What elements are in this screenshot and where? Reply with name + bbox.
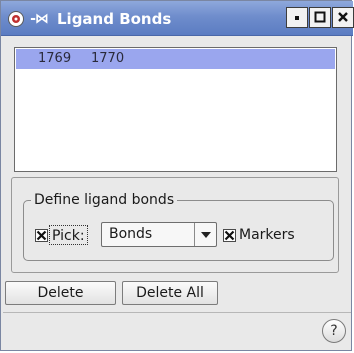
atom1-cell: 1769 xyxy=(38,51,72,66)
ligand-bonds-window: -⋈ Ligand Bonds 1769 1770 Define ligand … xyxy=(0,0,354,351)
delete-all-button[interactable]: Delete All xyxy=(122,281,218,305)
dropdown-arrow-button[interactable] xyxy=(194,223,216,246)
pin-icon[interactable]: -⋈ xyxy=(28,10,50,28)
delete-button[interactable]: Delete xyxy=(5,281,116,305)
divider xyxy=(3,312,351,313)
close-icon xyxy=(337,8,349,27)
group-title: Define ligand bonds xyxy=(31,191,178,209)
check-x-icon xyxy=(36,230,47,241)
close-button[interactable] xyxy=(332,7,354,28)
atom2-cell: 1770 xyxy=(91,51,125,66)
minimize-button[interactable] xyxy=(286,7,308,28)
markers-label[interactable]: Markers xyxy=(239,225,295,245)
check-x-icon xyxy=(224,230,235,241)
mode-select-value: Bonds xyxy=(109,226,153,242)
maximize-button[interactable] xyxy=(309,7,331,28)
app-icon[interactable] xyxy=(8,11,24,27)
markers-checkbox[interactable] xyxy=(223,229,236,242)
title-bar[interactable]: -⋈ Ligand Bonds xyxy=(1,1,354,36)
window-title: Ligand Bonds xyxy=(57,10,172,28)
maximize-icon xyxy=(314,8,326,27)
list-item[interactable]: 1769 1770 xyxy=(16,49,335,69)
mode-select[interactable]: Bonds xyxy=(101,222,217,247)
minimize-icon xyxy=(292,8,302,27)
chevron-down-icon xyxy=(200,231,211,238)
pick-label[interactable]: Pick: xyxy=(49,225,88,245)
bond-list[interactable]: 1769 1770 xyxy=(14,47,337,172)
help-button[interactable]: ? xyxy=(322,319,346,343)
pick-checkbox[interactable] xyxy=(35,229,48,242)
